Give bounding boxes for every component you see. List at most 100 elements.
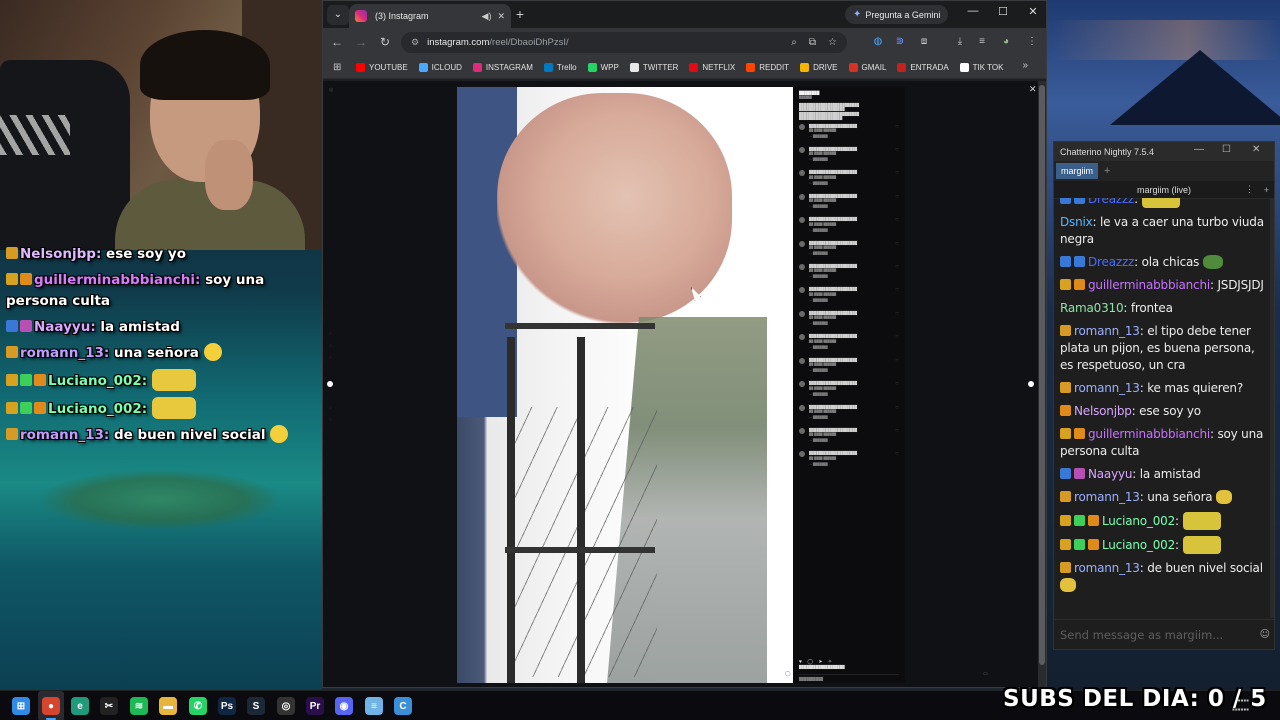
chat-scrollbar[interactable]: [1270, 198, 1274, 618]
nav-icon-3[interactable]: ◌: [329, 355, 332, 361]
bookmark-tik-tok[interactable]: TIK TOK: [959, 62, 1003, 72]
like-comment-icon[interactable]: ♡: [895, 405, 899, 413]
instagram-logo-icon[interactable]: ◎: [329, 87, 333, 93]
commenter-avatar[interactable]: [799, 451, 805, 458]
view-replies-link[interactable]: — ███████: [793, 134, 905, 138]
obs-icon[interactable]: ◎: [277, 697, 295, 715]
nav-icon[interactable]: ◌: [329, 331, 332, 337]
more-icon[interactable]: ◯: [785, 671, 791, 677]
commenter-avatar[interactable]: [799, 427, 805, 434]
download-icon[interactable]: ⤓: [953, 35, 967, 49]
tab-instagram[interactable]: (3) Instagram ◀) ✕: [349, 4, 511, 28]
extension-2-icon[interactable]: ⋑: [893, 35, 907, 49]
chat-username[interactable]: guillerminabbbianchi: [1088, 427, 1210, 441]
commenter-avatar[interactable]: [799, 381, 805, 388]
like-comment-icon[interactable]: ♡: [895, 287, 899, 295]
more-bookmarks-icon[interactable]: »: [1022, 60, 1028, 71]
chat-username[interactable]: romann_13: [1074, 324, 1140, 338]
chrome-menu-icon[interactable]: ⋮: [1025, 35, 1039, 49]
like-comment-icon[interactable]: ♡: [895, 264, 899, 272]
discord-icon[interactable]: ◉: [335, 697, 353, 715]
view-replies-link[interactable]: — ███████: [793, 345, 905, 349]
reel-video[interactable]: [457, 87, 793, 683]
like-comment-icon[interactable]: ♡: [895, 334, 899, 342]
chat-username[interactable]: romann_13: [1074, 561, 1140, 575]
commenter-avatar[interactable]: [799, 193, 805, 200]
bookmark-star-icon[interactable]: ☆: [828, 37, 837, 48]
messages-icon[interactable]: ▭: [983, 671, 988, 677]
like-comment-icon[interactable]: ♡: [895, 217, 899, 225]
prev-reel-indicator[interactable]: [327, 381, 333, 387]
like-comment-icon[interactable]: ♡: [895, 358, 899, 366]
photoshop-icon[interactable]: Ps: [218, 697, 236, 715]
extensions-puzzle-icon[interactable]: ⧈: [917, 35, 931, 49]
like-comment-icon[interactable]: ♡: [895, 194, 899, 202]
chat-close-icon[interactable]: ✕: [1252, 144, 1260, 155]
commenter-avatar[interactable]: [799, 310, 805, 317]
notepad-icon[interactable]: ≡: [365, 697, 383, 715]
new-tab-button[interactable]: +: [511, 6, 529, 22]
nav-icon-4[interactable]: ◌: [329, 405, 332, 411]
chat-username[interactable]: Nelsonjbp: [1074, 404, 1132, 418]
chat-username[interactable]: Dreazzz: [1088, 255, 1134, 269]
profile-avatar-icon[interactable]: ◕: [999, 35, 1013, 49]
view-replies-link[interactable]: — ███████: [793, 321, 905, 325]
site-info-icon[interactable]: ⚙: [411, 37, 419, 48]
windows-start-icon[interactable]: ⊞: [12, 697, 30, 715]
view-replies-link[interactable]: — ███████: [793, 274, 905, 278]
install-app-icon[interactable]: ⧉: [809, 37, 816, 48]
bookmark-icloud[interactable]: ICLOUD: [418, 62, 462, 72]
chat-username[interactable]: Luciano_002: [1102, 538, 1175, 552]
minimize-icon[interactable]: —: [963, 5, 983, 17]
forward-button[interactable]: →: [349, 35, 373, 49]
zoom-icon[interactable]: ⌕: [791, 37, 797, 48]
chatterino-icon[interactable]: C: [394, 697, 412, 715]
chat-username[interactable]: Naayyu: [1088, 467, 1132, 481]
view-replies-link[interactable]: — ███████: [793, 438, 905, 442]
add-comment-input[interactable]: ██████████: [799, 674, 899, 681]
bookmark-gmail[interactable]: GMAIL: [848, 62, 886, 72]
chat-username[interactable]: Rama0310: [1060, 301, 1124, 315]
like-comment-icon[interactable]: ♡: [895, 124, 899, 132]
folder-icon[interactable]: ▬: [159, 697, 177, 715]
like-comment-icon[interactable]: ♡: [895, 147, 899, 155]
view-replies-link[interactable]: — ███████: [793, 181, 905, 185]
commenter-avatar[interactable]: [799, 147, 805, 154]
bookmark-drive[interactable]: DRIVE: [800, 62, 838, 72]
emote-picker-icon[interactable]: ☺: [1260, 629, 1270, 640]
like-comment-icon[interactable]: ♡: [895, 451, 899, 459]
page-scrollbar[interactable]: [1038, 81, 1046, 687]
chat-username[interactable]: Luciano_002: [1102, 514, 1175, 528]
capcut-icon[interactable]: ✂: [100, 697, 118, 715]
spotify-icon[interactable]: ≋: [130, 697, 148, 715]
chrome-icon[interactable]: ●: [42, 697, 60, 715]
nav-icon-5[interactable]: ◌: [329, 417, 332, 423]
chat-maximize-icon[interactable]: ☐: [1222, 144, 1231, 155]
view-replies-link[interactable]: — ███████: [793, 298, 905, 302]
commenter-avatar[interactable]: [799, 123, 805, 130]
bookmark-netflix[interactable]: NETFLIX: [689, 62, 735, 72]
premiere-icon[interactable]: Pr: [306, 697, 324, 715]
bookmark-entrada[interactable]: ENTRADA: [897, 62, 949, 72]
commenter-avatar[interactable]: [799, 287, 805, 294]
chat-username[interactable]: romann_13: [1074, 490, 1140, 504]
view-replies-link[interactable]: — ███████: [793, 392, 905, 396]
chat-input[interactable]: Send message as margiim... ☺: [1054, 619, 1274, 649]
like-comment-icon[interactable]: ♡: [895, 170, 899, 178]
back-button[interactable]: ←: [325, 35, 349, 49]
chat-username[interactable]: Dsnix: [1060, 215, 1093, 229]
split-icon[interactable]: +: [1264, 185, 1269, 195]
view-replies-link[interactable]: — ███████: [793, 462, 905, 466]
close-reel-icon[interactable]: ✕: [1029, 84, 1037, 95]
commenter-avatar[interactable]: [799, 334, 805, 341]
chat-username[interactable]: romann_13: [1074, 381, 1140, 395]
view-replies-link[interactable]: — ███████: [793, 157, 905, 161]
chat-minimize-icon[interactable]: —: [1194, 144, 1204, 155]
like-comment-icon[interactable]: ♡: [895, 428, 899, 436]
whatsapp-icon[interactable]: ✆: [189, 697, 207, 715]
close-window-icon[interactable]: ✕: [1023, 5, 1043, 18]
view-replies-link[interactable]: — ███████: [793, 251, 905, 255]
like-comment-icon[interactable]: ♡: [895, 381, 899, 389]
bookmark-youtube[interactable]: YOUTUBE: [356, 62, 408, 72]
chat-username[interactable]: Dreazzz: [1088, 198, 1134, 206]
